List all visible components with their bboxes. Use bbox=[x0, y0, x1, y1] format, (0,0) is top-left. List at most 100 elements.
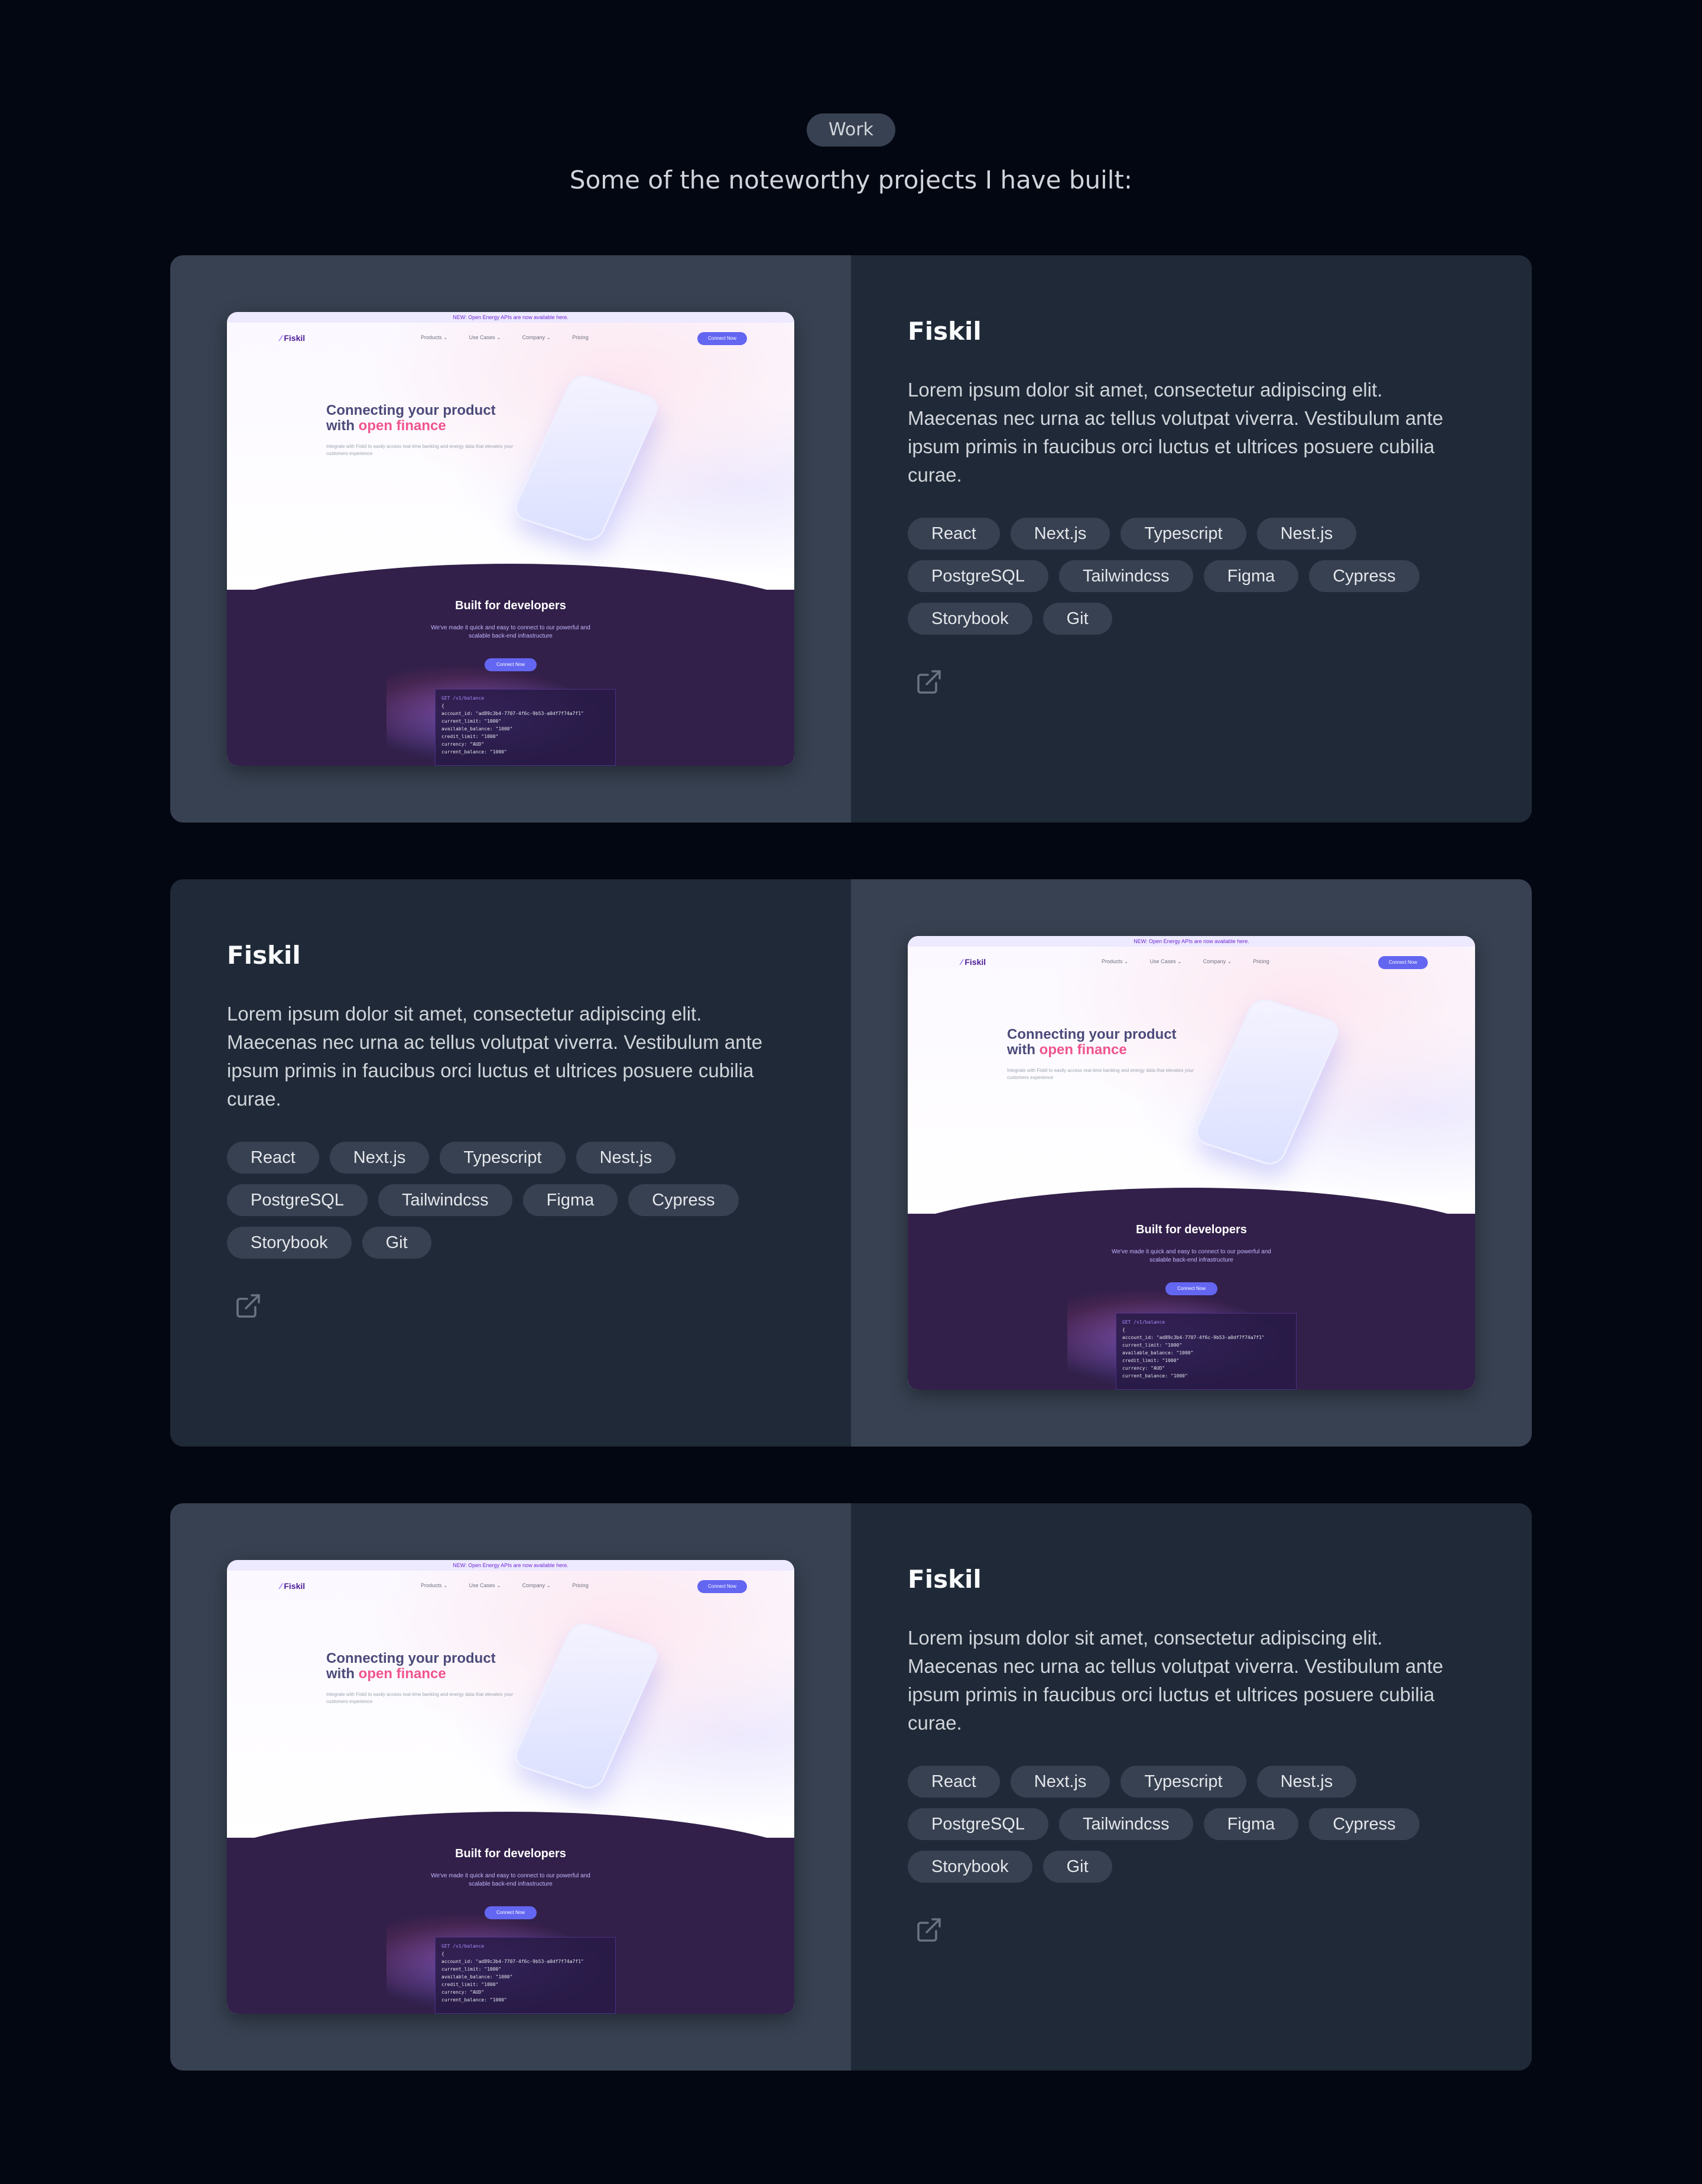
mock-phone-image bbox=[510, 371, 662, 545]
tech-tag: Cypress bbox=[1309, 1808, 1420, 1840]
tech-tag: Tailwindcss bbox=[378, 1184, 512, 1216]
mock-dev-sub: We've made it quick and easy to connect … bbox=[1112, 1249, 1271, 1263]
fiskil-logo-icon: ⁄ bbox=[961, 957, 963, 967]
mock-banner: NEW: Open Energy APIs are now available … bbox=[908, 936, 1475, 947]
mock-dev-cta: Connect Now bbox=[1165, 1282, 1217, 1295]
project-info-panel: Fiskil Lorem ipsum dolor sit amet, consec… bbox=[851, 1503, 1532, 2071]
project-image-panel: NEW: Open Energy APIs are now available … bbox=[851, 879, 1532, 1447]
mock-code-block: GET /v1/balance { account_id: "ad89c3b4-… bbox=[435, 1937, 616, 2014]
project-description: Lorem ipsum dolor sit amet, consectetur … bbox=[908, 379, 1444, 486]
tech-tag: PostgreSQL bbox=[227, 1184, 368, 1216]
mock-nav-item: Pricing bbox=[1253, 958, 1269, 964]
mock-nav-cta: Connect Now bbox=[1378, 956, 1428, 969]
tech-tag: Next.js bbox=[1010, 518, 1110, 550]
tech-tag: Figma bbox=[1203, 1808, 1299, 1840]
section-subtitle: Some of the noteworthy projects I have b… bbox=[569, 165, 1133, 194]
mock-nav-item: Products ⌄ bbox=[1102, 958, 1129, 964]
project-title: Fiskil bbox=[908, 317, 982, 346]
tech-tag-list: React Next.js Typescript Nest.js PostgreSQL T… bbox=[227, 1142, 794, 1259]
mock-nav: ⁄ Fiskil Products ⌄ Use Cases ⌄ Company ⌄… bbox=[280, 331, 747, 346]
mock-hero-sub: Integrate with Fiskil to easily access r… bbox=[326, 444, 514, 456]
mock-hero-sub: Integrate with Fiskil to easily access r… bbox=[1007, 1068, 1194, 1080]
mock-dev-title: Built for developers bbox=[455, 599, 566, 612]
mock-nav-item: Company ⌄ bbox=[1203, 958, 1232, 964]
mock-nav-links: Products ⌄ Use Cases ⌄ Company ⌄ Pricing bbox=[1102, 958, 1269, 965]
mock-dev-title: Built for developers bbox=[455, 1847, 566, 1860]
tech-tag: React bbox=[227, 1142, 319, 1174]
mock-hero: ⁄ Fiskil Products ⌄ Use Cases ⌄ Company ⌄… bbox=[227, 1571, 794, 1842]
mock-headline: Connecting your product with open financ… bbox=[326, 1650, 496, 1682]
tech-tag: Figma bbox=[1203, 560, 1299, 592]
project-image-panel: NEW: Open Energy APIs are now available … bbox=[170, 255, 851, 823]
mock-nav-cta: Connect Now bbox=[697, 332, 747, 345]
project-screenshot[interactable]: NEW: Open Energy APIs are now available … bbox=[227, 1560, 794, 2014]
mock-nav-links: Products ⌄ Use Cases ⌄ Company ⌄ Pricing bbox=[421, 334, 589, 341]
project-title: Fiskil bbox=[227, 941, 301, 970]
mock-dev-sub: We've made it quick and easy to connect … bbox=[431, 625, 590, 639]
mock-dev-cta: Connect Now bbox=[485, 1906, 537, 1919]
mock-code-block: GET /v1/balance { account_id: "ad89c3b4-… bbox=[435, 689, 616, 766]
mock-nav: ⁄ Fiskil Products ⌄ Use Cases ⌄ Company ⌄… bbox=[961, 955, 1428, 970]
tech-tag: Storybook bbox=[908, 603, 1032, 635]
tech-tag: Typescript bbox=[1120, 518, 1246, 550]
tech-tag: Git bbox=[1042, 603, 1112, 635]
project-description: Lorem ipsum dolor sit amet, consectetur … bbox=[227, 1003, 763, 1110]
tech-tag: Next.js bbox=[1010, 1766, 1110, 1798]
mock-code-block: GET /v1/balance { account_id: "ad89c3b4-… bbox=[1116, 1313, 1297, 1390]
mock-headline: Connecting your product with open financ… bbox=[1007, 1026, 1177, 1058]
project-info-panel: Fiskil Lorem ipsum dolor sit amet, consec… bbox=[851, 255, 1532, 823]
project-card: NEW: Open Energy APIs are now available … bbox=[170, 1503, 1532, 2071]
mock-nav: ⁄ Fiskil Products ⌄ Use Cases ⌄ Company ⌄… bbox=[280, 1579, 747, 1594]
tech-tag: Git bbox=[1042, 1851, 1112, 1883]
mock-phone-image bbox=[1191, 995, 1343, 1169]
project-info-panel: Fiskil Lorem ipsum dolor sit amet, consec… bbox=[170, 879, 851, 1447]
tech-tag: Typescript bbox=[440, 1142, 566, 1174]
mock-headline: Connecting your product with open financ… bbox=[326, 402, 496, 434]
mock-logo: ⁄ Fiskil bbox=[280, 1581, 306, 1591]
tech-tag: React bbox=[908, 518, 1000, 550]
mock-dev-cta: Connect Now bbox=[485, 658, 537, 671]
mock-logo: ⁄ Fiskil bbox=[961, 957, 986, 967]
tech-tag: Storybook bbox=[908, 1851, 1032, 1883]
project-card: Fiskil Lorem ipsum dolor sit amet, consec… bbox=[170, 879, 1532, 1447]
mock-nav-item: Use Cases ⌄ bbox=[1149, 958, 1182, 964]
tech-tag: Nest.js bbox=[1256, 1766, 1357, 1798]
mock-banner: NEW: Open Energy APIs are now available … bbox=[227, 312, 794, 323]
mock-logo: ⁄ Fiskil bbox=[280, 333, 306, 343]
external-link-icon[interactable] bbox=[908, 1916, 1475, 1944]
tech-tag: Storybook bbox=[227, 1227, 352, 1259]
project-card: NEW: Open Energy APIs are now available … bbox=[170, 255, 1532, 823]
mock-nav-item: Use Cases ⌄ bbox=[469, 1582, 501, 1588]
external-link-icon[interactable] bbox=[908, 668, 1475, 696]
mock-phone-image bbox=[510, 1619, 662, 1793]
mock-hero: ⁄ Fiskil Products ⌄ Use Cases ⌄ Company ⌄… bbox=[908, 947, 1475, 1218]
project-screenshot[interactable]: NEW: Open Energy APIs are now available … bbox=[227, 312, 794, 766]
project-screenshot[interactable]: NEW: Open Energy APIs are now available … bbox=[908, 936, 1475, 1390]
mock-hero: ⁄ Fiskil Products ⌄ Use Cases ⌄ Company ⌄… bbox=[227, 323, 794, 594]
tech-tag: PostgreSQL bbox=[908, 1808, 1048, 1840]
tech-tag: Nest.js bbox=[576, 1142, 676, 1174]
external-link-icon[interactable] bbox=[227, 1292, 794, 1320]
mock-nav-item: Pricing bbox=[572, 1582, 589, 1588]
mock-nav-item: Products ⌄ bbox=[421, 334, 448, 340]
mock-nav-links: Products ⌄ Use Cases ⌄ Company ⌄ Pricing bbox=[421, 1582, 589, 1589]
fiskil-logo-icon: ⁄ bbox=[280, 333, 282, 343]
tech-tag: Next.js bbox=[329, 1142, 430, 1174]
project-title: Fiskil bbox=[908, 1565, 982, 1594]
mock-nav-item: Company ⌄ bbox=[522, 334, 551, 340]
mock-nav-item: Pricing bbox=[572, 334, 589, 340]
mock-dev-title: Built for developers bbox=[1136, 1223, 1247, 1236]
mock-nav-cta: Connect Now bbox=[697, 1580, 747, 1593]
mock-hero-sub: Integrate with Fiskil to easily access r… bbox=[326, 1692, 514, 1704]
tech-tag: PostgreSQL bbox=[908, 560, 1048, 592]
project-image-panel: NEW: Open Energy APIs are now available … bbox=[170, 1503, 851, 2071]
fiskil-logo-icon: ⁄ bbox=[280, 1581, 282, 1591]
project-description: Lorem ipsum dolor sit amet, consectetur … bbox=[908, 1627, 1444, 1734]
tech-tag: React bbox=[908, 1766, 1000, 1798]
mock-nav-item: Products ⌄ bbox=[421, 1582, 448, 1588]
tech-tag: Tailwindcss bbox=[1058, 560, 1193, 592]
section-badge: Work bbox=[807, 113, 895, 147]
mock-nav-item: Company ⌄ bbox=[522, 1582, 551, 1588]
tech-tag: Typescript bbox=[1120, 1766, 1246, 1798]
tech-tag-list: React Next.js Typescript Nest.js PostgreSQL T… bbox=[908, 518, 1475, 635]
